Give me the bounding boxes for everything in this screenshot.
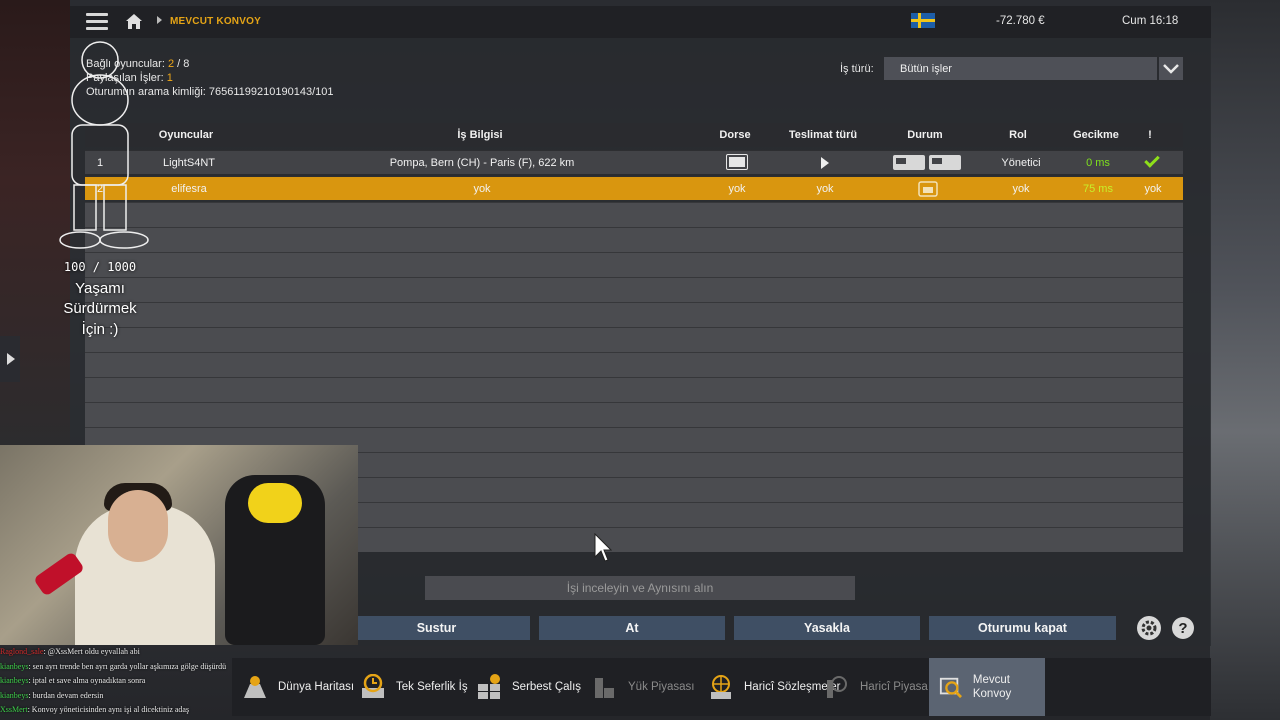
breadcrumb-arrow-icon xyxy=(157,16,162,24)
stream-chat: Raglond_sale: @XssMert oldu eyvallah abi… xyxy=(0,645,300,720)
nav-label: Serbest Çalış xyxy=(512,681,582,693)
table-row[interactable]: 1 LightS4NT Pompa, Bern (CH) - Paris (F)… xyxy=(85,150,1183,174)
job-info: Pompa, Bern (CH) - Paris (F), 622 km xyxy=(389,157,575,169)
empty-row xyxy=(85,252,1183,277)
plush-toy xyxy=(248,483,302,523)
breadcrumb[interactable]: MEVCUT KONVOY xyxy=(170,16,261,27)
gear-icon[interactable] xyxy=(1137,616,1161,640)
empty-row xyxy=(85,402,1183,427)
goal-caption-3: İçin :) xyxy=(81,321,119,338)
col-job-info[interactable]: İş Bilgisi xyxy=(457,129,502,141)
empty-row xyxy=(85,277,1183,302)
job-info: yok xyxy=(473,183,491,195)
nav-freelance[interactable]: Serbest Çalış xyxy=(476,658,581,716)
col-trailer[interactable]: Dorse xyxy=(719,129,750,141)
col-delivery-type[interactable]: Teslimat türü xyxy=(789,129,857,141)
market-globe-icon xyxy=(827,676,847,698)
kick-button[interactable]: At xyxy=(539,616,725,640)
player-name: LightS4NT xyxy=(163,157,215,169)
streamer-face xyxy=(108,490,168,562)
truck-status-icon xyxy=(929,155,961,170)
inspect-copy-job-button[interactable]: İşi inceleyin ve Aynısını alın xyxy=(425,576,855,600)
empty-row xyxy=(85,327,1183,352)
side-expand-tab[interactable] xyxy=(0,336,20,382)
globe-icon xyxy=(711,675,731,699)
webcam-feed xyxy=(0,445,358,645)
trailer-icon xyxy=(726,154,748,170)
chat-message: kianbeys: sen ayrı trende ben ayrı garda… xyxy=(0,661,227,671)
nav-label: Yük Piyasası xyxy=(628,681,695,693)
chevron-down-icon xyxy=(1163,63,1179,74)
mute-button[interactable]: Sustur xyxy=(343,616,530,640)
mouse-cursor-icon xyxy=(594,533,612,562)
nav-label: Tek Seferlik İş xyxy=(396,681,468,693)
chat-message: kianbeys: iptal et save alma oynadıktan … xyxy=(0,676,146,685)
chat-message: Raglond_sale: @XssMert oldu eyvallah abi xyxy=(0,647,140,656)
sweden-flag-icon xyxy=(911,13,935,28)
player-latency: 75 ms xyxy=(1083,183,1113,195)
col-role[interactable]: Rol xyxy=(1009,129,1027,141)
balance: -72.780 € xyxy=(996,15,1045,27)
col-players[interactable]: Oyuncular xyxy=(159,129,213,141)
player-name: elifesra xyxy=(171,183,207,195)
empty-row xyxy=(85,227,1183,252)
nav-label: Mevcut Konvoy xyxy=(972,674,1012,700)
nav-single-job[interactable]: Tek Seferlik İş xyxy=(360,658,468,716)
goal-counter: 100 / 1000 xyxy=(63,260,137,274)
col-alert[interactable]: ! xyxy=(1148,129,1152,141)
job-type-select[interactable]: Bütün işler xyxy=(884,57,1157,80)
job-type-label: İş türü: xyxy=(840,63,874,75)
help-icon[interactable]: ? xyxy=(1172,617,1194,639)
empty-row xyxy=(85,377,1183,402)
empty-row xyxy=(85,202,1183,227)
goal-caption-1: Yaşamı xyxy=(75,280,125,297)
gear-glyph-icon xyxy=(1141,620,1157,636)
check-icon xyxy=(1144,152,1160,168)
nav-current-convoy[interactable]: Mevcut Konvoy xyxy=(929,658,1045,716)
table-row[interactable]: 2 elifesra yok yok yok yok 75 ms yok xyxy=(85,176,1183,200)
nav-cargo-market[interactable]: Yük Piyasası xyxy=(592,658,694,716)
hamburger-menu-icon[interactable] xyxy=(86,13,108,31)
close-session-button[interactable]: Oturumu kapat xyxy=(929,616,1116,640)
alert-value: yok xyxy=(1144,183,1162,195)
col-latency[interactable]: Gecikme xyxy=(1073,129,1119,141)
table-header: Oyuncular İş Bilgisi Dorse Teslimat türü… xyxy=(85,123,1183,147)
freelance-icon xyxy=(478,674,500,699)
cartoon-figure-overlay xyxy=(59,41,149,249)
player-latency: 0 ms xyxy=(1086,157,1110,169)
clock-icon xyxy=(362,674,384,698)
nav-label: Haricî Piyasa xyxy=(860,681,928,693)
col-status[interactable]: Durum xyxy=(907,129,942,141)
empty-row xyxy=(85,302,1183,327)
player-role: yok xyxy=(1012,183,1030,195)
nav-external-market[interactable]: Haricî Piyasa xyxy=(824,658,928,716)
play-icon xyxy=(821,157,829,169)
cargo-icon xyxy=(595,678,614,698)
player-role: Yönetici xyxy=(1001,157,1041,169)
background-wall xyxy=(1210,0,1280,720)
home-icon[interactable] xyxy=(124,11,144,31)
garage-icon xyxy=(918,181,938,197)
nav-external-contracts[interactable]: Haricî Sözleşmeler xyxy=(708,658,841,716)
job-type-dropdown-button[interactable] xyxy=(1159,57,1183,80)
goal-caption-2: Sürdürmek xyxy=(63,300,137,317)
convoy-search-icon xyxy=(939,677,962,699)
chat-message: kianbeys: burdan devam edersin xyxy=(0,690,104,700)
game-clock: Cum 16:18 xyxy=(1122,15,1179,27)
delivery-type-value: yok xyxy=(816,183,834,195)
trailer-value: yok xyxy=(728,183,746,195)
truck-status-icon xyxy=(893,155,925,170)
empty-row xyxy=(85,352,1183,377)
ban-button[interactable]: Yasakla xyxy=(734,616,920,640)
chevron-right-icon xyxy=(7,353,15,365)
chat-message: XssMert: Konvoy yöneticisinden aynı işi … xyxy=(0,705,190,714)
